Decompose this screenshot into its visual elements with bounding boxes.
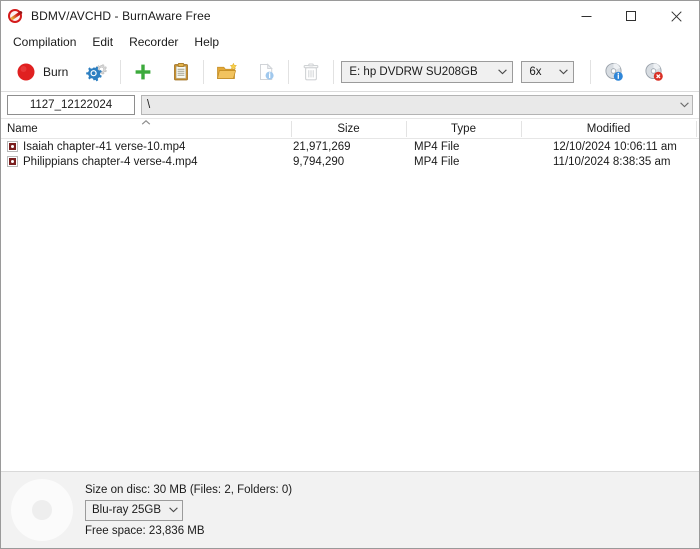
file-type-cell: MP4 File bbox=[414, 140, 460, 153]
disc-type-select[interactable]: Blu-ray 25GB bbox=[85, 499, 183, 521]
file-list: Name Size Type Modified Isaiah chapter-4… bbox=[1, 118, 699, 471]
mp4-file-icon bbox=[7, 141, 18, 152]
column-header-size-label: Size bbox=[337, 123, 360, 135]
file-list-rows: Isaiah chapter-41 verse-10.mp4 21,971,26… bbox=[1, 139, 699, 471]
burn-label: Burn bbox=[43, 65, 69, 79]
green-plus-icon bbox=[135, 64, 151, 80]
menu-item-edit[interactable]: Edit bbox=[84, 32, 121, 52]
settings-button[interactable] bbox=[77, 55, 117, 89]
file-name-text: Philippians chapter-4 verse-4.mp4 bbox=[23, 155, 198, 168]
file-info-icon bbox=[260, 63, 274, 80]
path-combobox[interactable]: \ bbox=[141, 95, 693, 115]
maximize-icon bbox=[626, 10, 636, 21]
chevron-down-icon bbox=[496, 69, 508, 75]
file-type-cell: MP4 File bbox=[414, 155, 460, 168]
mp4-file-icon bbox=[7, 156, 18, 167]
toolbar-separator bbox=[288, 60, 290, 84]
disc-graphic-icon bbox=[11, 479, 73, 541]
menu-item-recorder[interactable]: Recorder bbox=[121, 32, 186, 52]
toolbar-separator bbox=[120, 60, 122, 84]
erase-disc-button[interactable] bbox=[634, 55, 674, 89]
menu-item-compilation[interactable]: Compilation bbox=[5, 32, 84, 52]
menu-bar: Compilation Edit Recorder Help bbox=[1, 31, 699, 53]
column-header-modified[interactable]: Modified bbox=[521, 119, 696, 139]
close-button[interactable] bbox=[654, 1, 699, 31]
toolbar-separator bbox=[203, 60, 205, 84]
clipboard-button[interactable] bbox=[162, 55, 200, 89]
burnaware-disc-icon bbox=[8, 8, 24, 24]
toolbar-separator bbox=[333, 60, 335, 84]
new-folder-button[interactable] bbox=[207, 55, 247, 89]
table-row[interactable]: Philippians chapter-4 verse-4.mp4 9,794,… bbox=[1, 154, 699, 169]
red-record-circle-icon bbox=[17, 63, 35, 81]
minimize-button[interactable] bbox=[564, 1, 609, 31]
file-name-text: Isaiah chapter-41 verse-10.mp4 bbox=[23, 140, 186, 153]
disc-name-input[interactable]: 1127_12122024 bbox=[7, 95, 135, 115]
column-header-modified-label: Modified bbox=[586, 123, 631, 135]
title-bar: BDMV/AVCHD - BurnAware Free bbox=[1, 1, 699, 31]
close-icon bbox=[671, 10, 682, 22]
minimize-icon bbox=[581, 15, 592, 17]
column-header-type-label: Type bbox=[451, 123, 476, 135]
chevron-down-icon bbox=[557, 69, 569, 75]
drive-select[interactable]: E: hp DVDRW SU208GB bbox=[341, 61, 514, 83]
delete-button bbox=[292, 55, 330, 89]
disc-info-icon bbox=[605, 62, 624, 81]
drive-select-value: E: hp DVDRW SU208GB bbox=[349, 66, 478, 78]
toolbar-separator bbox=[590, 60, 592, 84]
column-header-type[interactable]: Type bbox=[406, 119, 521, 139]
column-header-size[interactable]: Size bbox=[291, 119, 406, 139]
size-on-disc-label: Size on disc: 30 MB (Files: 2, Folders: … bbox=[85, 483, 293, 496]
path-row: 1127_12122024 \ bbox=[1, 92, 699, 118]
toolbar: Burn E: hp DVDRW SU208GB 6x bbox=[1, 53, 699, 92]
disc-info-button[interactable] bbox=[594, 55, 634, 89]
file-modified-cell: 11/10/2024 8:38:35 am bbox=[553, 155, 671, 168]
free-space-label: Free space: 23,836 MB bbox=[85, 524, 205, 537]
status-texts: Size on disc: 30 MB (Files: 2, Folders: … bbox=[85, 484, 292, 537]
menu-item-help[interactable]: Help bbox=[186, 32, 227, 52]
chevron-down-icon bbox=[167, 507, 179, 513]
file-size-cell: 9,794,290 bbox=[293, 155, 345, 168]
file-name-cell: Philippians chapter-4 verse-4.mp4 bbox=[1, 154, 291, 169]
burn-speed-select[interactable]: 6x bbox=[521, 61, 575, 83]
disc-type-value: Blu-ray 25GB bbox=[92, 504, 162, 516]
column-header-name[interactable]: Name bbox=[1, 119, 291, 139]
clipboard-icon bbox=[174, 63, 189, 81]
file-modified-cell: 12/10/2024 10:06:11 am bbox=[553, 140, 677, 153]
disc-erase-icon bbox=[645, 62, 664, 81]
path-value: \ bbox=[147, 99, 151, 111]
column-header-name-label: Name bbox=[7, 123, 38, 135]
gears-icon bbox=[86, 64, 108, 82]
sort-ascending-icon bbox=[141, 118, 151, 126]
new-folder-icon bbox=[217, 62, 238, 79]
window-title: BDMV/AVCHD - BurnAware Free bbox=[31, 9, 211, 23]
window-controls bbox=[564, 1, 699, 31]
burn-button[interactable]: Burn bbox=[7, 55, 77, 89]
maximize-button[interactable] bbox=[609, 1, 654, 31]
column-header-filler bbox=[696, 119, 699, 139]
file-info-button bbox=[247, 55, 285, 89]
add-files-button[interactable] bbox=[124, 55, 162, 89]
file-list-header: Name Size Type Modified bbox=[1, 119, 699, 139]
table-row[interactable]: Isaiah chapter-41 verse-10.mp4 21,971,26… bbox=[1, 139, 699, 154]
file-size-cell: 21,971,269 bbox=[293, 140, 351, 153]
trash-icon bbox=[304, 63, 319, 81]
burn-speed-value: 6x bbox=[529, 66, 542, 78]
chevron-down-icon bbox=[678, 102, 690, 108]
burnaware-window: BDMV/AVCHD - BurnAware Free Compilation … bbox=[0, 0, 700, 549]
file-name-cell: Isaiah chapter-41 verse-10.mp4 bbox=[1, 139, 291, 154]
status-panel: Size on disc: 30 MB (Files: 2, Folders: … bbox=[1, 471, 699, 548]
